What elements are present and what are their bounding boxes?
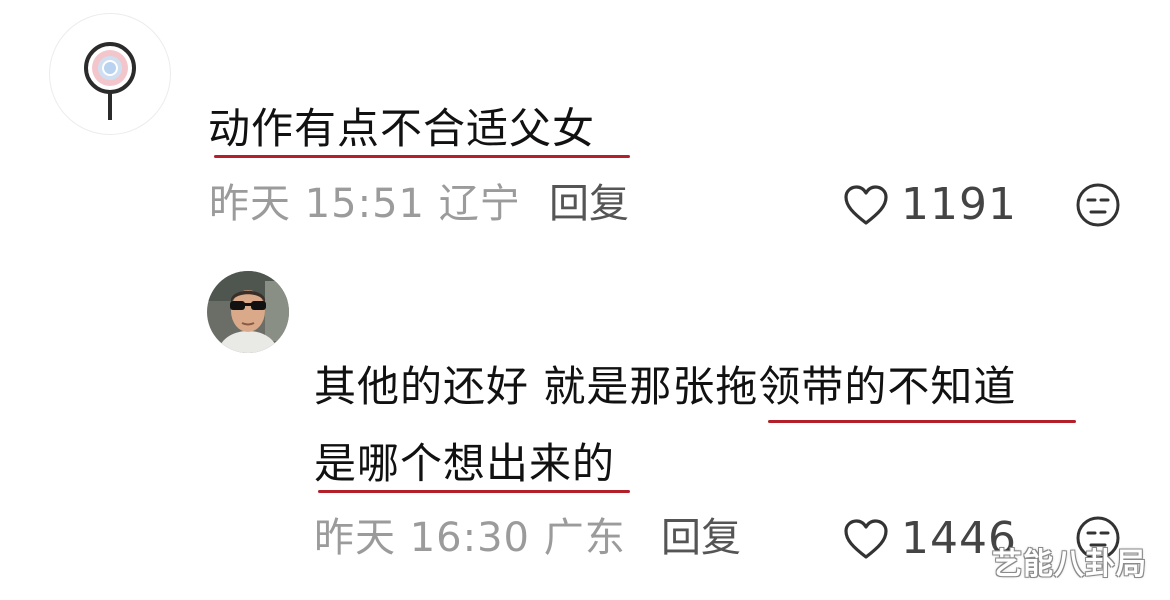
neutral-face-icon[interactable] xyxy=(1075,182,1121,228)
comment-location: 辽宁 xyxy=(438,181,521,227)
comment-time: 昨天 15:51 xyxy=(209,181,425,227)
heart-outline-icon xyxy=(844,185,888,225)
comment-text: 动作有点不合适父女 xyxy=(208,104,596,153)
heart-outline-icon xyxy=(844,519,888,559)
avatar[interactable] xyxy=(207,271,289,353)
watermark: 艺能八卦局 xyxy=(992,547,1147,582)
highlight-underline xyxy=(318,490,630,493)
comment-meta: 昨天 16:30 广东 xyxy=(314,518,626,558)
comment-thread: 动作有点不合适父女 昨天 15:51 辽宁 回复 1191 其他的还好 就是那张… xyxy=(0,0,1170,600)
man-sunglasses-photo xyxy=(207,271,289,353)
reply-button[interactable]: 回复 xyxy=(549,184,629,224)
like-button[interactable]: 1191 xyxy=(843,181,1017,229)
comment-text-line2: 是哪个想出来的 xyxy=(314,439,616,488)
magnifier-lollipop-logo-icon xyxy=(84,42,136,120)
highlight-underline xyxy=(768,420,1076,423)
comment-time: 昨天 16:30 xyxy=(314,515,530,561)
reply-button[interactable]: 回复 xyxy=(661,518,741,558)
like-count: 1191 xyxy=(901,179,1017,230)
like-button[interactable]: 1446 xyxy=(843,515,1017,563)
highlight-underline xyxy=(214,155,630,158)
avatar[interactable] xyxy=(49,13,171,135)
comment-location: 广东 xyxy=(543,515,626,561)
comment-meta: 昨天 15:51 辽宁 xyxy=(209,184,521,224)
comment-text: 其他的还好 就是那张拖领带的不知道 xyxy=(314,362,1017,411)
